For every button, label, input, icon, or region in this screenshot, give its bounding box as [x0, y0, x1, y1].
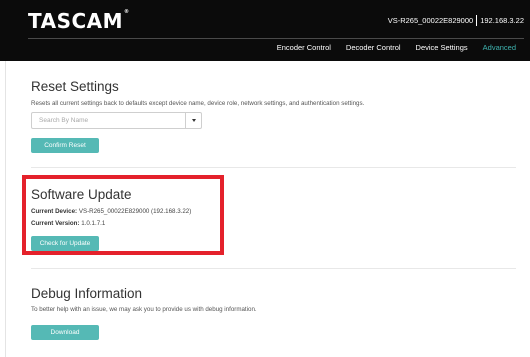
- download-button[interactable]: Download: [31, 325, 99, 340]
- top-header: TASCAM® VS-R265_00022E829000 192.168.3.2…: [0, 0, 530, 61]
- current-version-value: 1.0.1.7.1: [81, 220, 106, 227]
- current-device-value: VS-R265_00022E829000 (192.168.3.22): [78, 208, 192, 215]
- section-divider-2: [31, 268, 516, 269]
- search-dropdown-toggle[interactable]: [185, 113, 201, 128]
- current-version-label: Current Version:: [31, 220, 80, 227]
- current-device-label: Current Device:: [31, 208, 78, 215]
- nav-device-settings[interactable]: Device Settings: [416, 43, 468, 52]
- device-name: VS-R265_00022E829000: [387, 16, 474, 25]
- nav-advanced[interactable]: Advanced: [483, 43, 516, 52]
- confirm-reset-wrap: Confirm Reset: [31, 134, 99, 153]
- device-ip: 192.168.3.22: [480, 16, 524, 25]
- current-version-row: Current Version: 1.0.1.7.1: [31, 220, 105, 227]
- debug-information-description: To better help with an issue, we may ask…: [31, 306, 257, 313]
- software-update-heading: Software Update: [31, 187, 132, 202]
- confirm-reset-button[interactable]: Confirm Reset: [31, 138, 99, 153]
- left-edge-border: [0, 61, 6, 357]
- section-divider-1: [31, 167, 516, 168]
- current-device-row: Current Device: VS-R265_00022E829000 (19…: [31, 208, 191, 215]
- brand-registered-mark: ®: [124, 9, 130, 15]
- debug-information-title: Debug Information: [31, 286, 142, 301]
- brand-name: TASCAM: [28, 9, 124, 33]
- reset-settings-heading: Reset Settings: [31, 79, 119, 94]
- device-info-separator: [476, 15, 478, 26]
- download-wrap: Download: [31, 321, 99, 340]
- search-input[interactable]: [32, 113, 185, 128]
- reset-settings-title: Reset Settings: [31, 79, 119, 94]
- chevron-down-icon: [191, 119, 196, 122]
- debug-information-heading: Debug Information: [31, 286, 143, 301]
- device-search-select[interactable]: [31, 112, 202, 129]
- header-divider: [28, 38, 524, 39]
- debug-description-wrap: To better help with an issue, we may ask…: [31, 306, 257, 313]
- software-update-title: Software Update: [31, 187, 132, 202]
- reset-settings-description-wrap: Resets all current settings back to defa…: [31, 100, 364, 107]
- nav-encoder-control[interactable]: Encoder Control: [277, 43, 331, 52]
- tascam-logo: TASCAM®: [28, 9, 130, 33]
- device-info: VS-R265_00022E829000 192.168.3.22: [388, 15, 524, 26]
- reset-settings-description: Resets all current settings back to defa…: [31, 100, 365, 107]
- nav-decoder-control[interactable]: Decoder Control: [346, 43, 401, 52]
- check-update-wrap: Check for Update: [31, 232, 99, 251]
- main-nav: Encoder Control Decoder Control Device S…: [262, 43, 516, 52]
- check-for-update-button[interactable]: Check for Update: [31, 236, 99, 251]
